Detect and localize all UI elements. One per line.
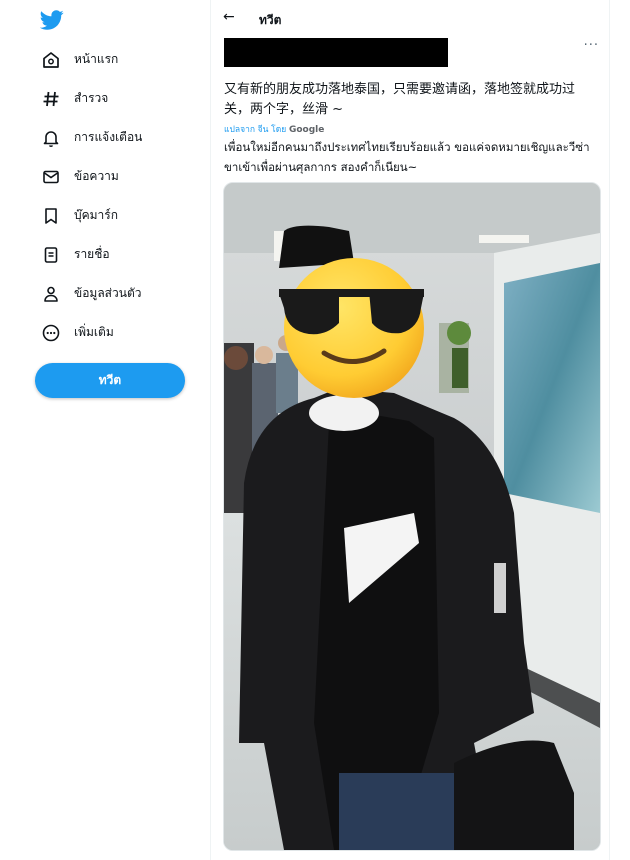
google-logo: Google [288,125,325,135]
sidebar-item-label: หน้าแรก [74,52,119,66]
sidebar-item-label: เพิ่มเติม [74,325,114,339]
sidebar-item-profile[interactable]: ข้อมูลส่วนตัว [40,274,142,313]
sidebar-item-bookmarks[interactable]: บุ๊คมาร์ก [40,196,142,235]
sidebar-item-label: ข้อความ [74,169,119,183]
tweet-media-photo[interactable] [223,182,601,851]
tweet-text-original: 又有新的朋友成功落地泰国，只需要邀请函，落地签就成功过关，两个字，丝滑 ~ [224,82,576,117]
sidebar-item-explore[interactable]: สำรวจ [40,79,142,118]
sidebar-item-more[interactable]: เพิ่มเติม [40,313,142,352]
hashtag-icon [40,88,62,110]
list-icon [40,244,62,266]
sidebar-nav: หน้าแรก สำรวจ การแจ้งเตือน ข้อความ บุ๊คม… [40,40,142,352]
page-header: ← ทวีต [211,0,609,38]
sidebar-item-label: สำรวจ [74,91,109,105]
profile-icon [40,283,62,305]
sidebar-item-messages[interactable]: ข้อความ [40,157,142,196]
tweet-text-translated: เพื่อนใหม่อีกคนมาถึงประเทศไทยเรียบร้อยแล… [224,140,590,174]
twitter-bird-icon[interactable] [39,8,64,32]
translation-attribution[interactable]: แปลจาก จีน โดย Google [224,122,324,136]
sidebar-item-label: รายชื่อ [74,247,110,261]
sidebar: หน้าแรก สำรวจ การแจ้งเตือน ข้อความ บุ๊คม… [0,0,210,860]
more-circle-icon [40,322,62,344]
mail-icon [40,166,62,188]
bookmark-icon [40,205,62,227]
page-title: ทวีต [259,13,282,27]
sidebar-item-home[interactable]: หน้าแรก [40,40,142,79]
translated-by-label: แปลจาก จีน โดย [224,125,287,135]
back-arrow-icon[interactable]: ← [223,9,235,25]
more-options-icon[interactable]: ··· [584,38,599,53]
home-icon [40,49,62,71]
sidebar-item-label: ข้อมูลส่วนตัว [74,286,142,300]
sidebar-item-lists[interactable]: รายชื่อ [40,235,142,274]
tweet-button[interactable]: ทวีต [35,363,185,398]
main-column: ← ทวีต ··· 又有新的朋友成功落地泰国，只需要邀请函，落地签就成功过关，… [210,0,610,860]
sidebar-item-label: การแจ้งเตือน [74,130,143,144]
sidebar-item-label: บุ๊คมาร์ก [74,208,119,222]
bell-icon [40,127,62,149]
redacted-author-block [224,38,448,67]
sidebar-item-notifications[interactable]: การแจ้งเตือน [40,118,142,157]
